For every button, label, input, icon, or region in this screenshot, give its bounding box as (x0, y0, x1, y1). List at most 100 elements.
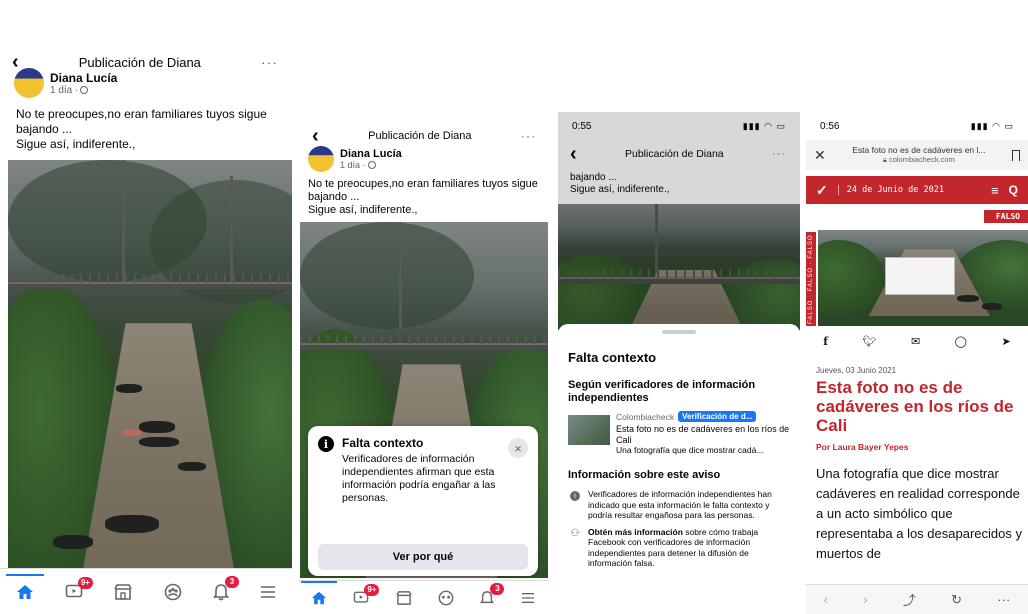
hero-photo (818, 230, 1028, 326)
info-item: i Verificadores de información independi… (568, 489, 790, 521)
share-row: f 🐦︎ ✉ ◯ ➤ (806, 330, 1028, 352)
bookmark-icon[interactable] (1011, 149, 1020, 161)
whatsapp-icon[interactable]: ◯ (955, 335, 967, 348)
notifications-badge: 3 (490, 582, 505, 595)
post-text-line1: No te preocupes,no eran familiares tuyos… (16, 107, 267, 136)
sheet-title: Falta contexto (568, 350, 657, 365)
post-time: 1 día · (50, 84, 79, 96)
falso-tag: FALSO (983, 210, 1028, 223)
tab-groups[interactable] (164, 583, 182, 601)
post-text-line2: Sigue así, indiferente., (16, 137, 136, 151)
phone-screen-fact-check-article: 0:56 ▮▮▮ ◠ ▭ ✕ Esta foto no es de cadáve… (806, 112, 1028, 614)
back-arrow-icon[interactable]: ‹ (824, 592, 828, 607)
status-bar: 0:56 ▮▮▮ ◠ ▭ (806, 112, 1028, 140)
tab-bar: 9+ 3 (0, 568, 292, 614)
publish-date: Jueves, 03 Junio 2021 (816, 366, 897, 375)
author-name[interactable]: Diana Lucía (50, 71, 117, 85)
sheet-grabber[interactable] (662, 330, 696, 334)
url-title: Esta foto no es de cadáveres en l... (852, 145, 986, 155)
back-icon[interactable]: ‹ (570, 144, 577, 164)
learn-more-item[interactable]: ⚇ Obtén más información sobre cómo traba… (568, 527, 790, 569)
people-icon: ⚇ (570, 528, 580, 539)
menu-icon (261, 585, 276, 598)
search-icon[interactable]: Q (1009, 183, 1018, 197)
more-icon[interactable]: ··· (772, 148, 786, 160)
post-time: 1 día · (340, 160, 366, 170)
phone-screen-context-sheet: 0:55 ▮▮▮ ◠ ▭ ‹ Publicación de Diana ··· … (558, 112, 800, 614)
more-icon[interactable]: ··· (997, 592, 1010, 607)
more-icon[interactable]: ··· (521, 129, 536, 143)
groups-icon (164, 583, 181, 600)
phone-screen-post: ‹ Publicación de Diana ··· Diana Lucía 1… (0, 0, 292, 614)
post-author: Diana Lucía 1 día · (308, 146, 402, 172)
share-icon[interactable]: ⤴ (903, 590, 916, 609)
page-title: Publicación de Diana (625, 148, 724, 160)
more-icon[interactable]: ··· (261, 54, 278, 70)
nav-date: 24 de Junio de 2021 (837, 185, 991, 195)
falso-strip: FALSO · FALSO · FALSO (806, 232, 816, 326)
learn-more-text: Obtén más información sobre cómo trabaja… (588, 527, 790, 569)
hamburger-menu-icon[interactable]: ≡ (991, 183, 999, 198)
tab-video[interactable]: 9+ (65, 576, 93, 600)
post-text: No te preocupes,no eran familiares tuyos… (308, 178, 540, 217)
colombiacheck-logo-icon[interactable]: ✓ (816, 182, 828, 199)
tab-marketplace[interactable] (114, 583, 133, 600)
forward-arrow-icon[interactable]: › (863, 592, 867, 607)
author-name[interactable]: Diana Lucía (340, 148, 402, 160)
facebook-icon[interactable]: f (823, 335, 828, 348)
article-byline[interactable]: Por Laura Bayer Yepes (816, 442, 908, 452)
browser-url-bar: ✕ Esta foto no es de cadáveres en l... 🔒… (806, 140, 1028, 170)
back-icon[interactable]: ‹ (312, 126, 319, 146)
telegram-icon[interactable]: ➤ (1001, 335, 1010, 348)
tab-menu[interactable] (521, 592, 535, 604)
post-text-line1: bajando ... (570, 172, 617, 183)
status-time: 0:56 (820, 120, 840, 132)
signal-wifi-battery-icon: ▮▮▮ ◠ ▭ (742, 120, 786, 131)
tab-groups[interactable] (438, 590, 454, 606)
avatar[interactable] (14, 68, 44, 98)
marketplace-icon (396, 590, 412, 605)
article-description: Una fotografía que dice mostrar cadá... (616, 445, 764, 455)
article-headline: Esta foto no es de cadáveres en los ríos… (816, 378, 1014, 435)
status-bar: 0:55 ▮▮▮ ◠ ▭ (558, 112, 800, 140)
tab-notifications[interactable]: 3 (212, 575, 239, 601)
fact-check-article[interactable]: Colombiacheck Verificación de d... Esta … (568, 411, 790, 455)
post-meta: 1 día · (50, 85, 117, 96)
see-why-button[interactable]: Ver por qué (318, 544, 528, 570)
marketplace-icon (114, 583, 133, 600)
article-thumbnail (568, 415, 610, 445)
tab-menu[interactable] (260, 585, 276, 599)
twitter-icon[interactable]: 🐦︎ (862, 335, 876, 348)
learn-more-link[interactable]: Obtén más información (588, 527, 683, 537)
url-domain: 🔒︎ colombiacheck.com (852, 155, 985, 165)
tab-marketplace[interactable] (396, 590, 412, 605)
tab-notifications[interactable]: 3 (480, 582, 505, 606)
post-photo[interactable] (558, 204, 800, 330)
url-display[interactable]: Esta foto no es de cadáveres en l... 🔒︎ … (852, 145, 985, 165)
info-icon: i (318, 436, 334, 452)
post-text-line2: Sigue así, indiferente., (570, 184, 670, 195)
video-badge: 9+ (364, 583, 380, 596)
post-photo[interactable] (8, 160, 292, 568)
article-source: Colombiacheck (616, 411, 675, 422)
email-icon[interactable]: ✉ (911, 335, 920, 348)
notice-body: Verificadores de información independien… (342, 453, 496, 504)
post-text: bajando ... Sigue así, indiferente., (570, 172, 792, 196)
tab-home[interactable] (5, 573, 44, 601)
globe-icon (80, 86, 89, 94)
tab-home[interactable] (301, 580, 338, 606)
close-icon[interactable]: ✕ (814, 147, 826, 164)
reload-icon[interactable]: ↻ (951, 592, 962, 608)
info-icon: i (570, 491, 580, 501)
phone-screen-post-with-notice: ‹ Publicación de Diana ··· Diana Lucía 1… (298, 118, 548, 614)
post-text-line1: No te preocupes,no eran familiares tuyos… (308, 178, 538, 203)
post-text: No te preocupes,no eran familiares tuyos… (16, 107, 278, 152)
globe-icon (367, 161, 376, 169)
article-hero: FALSO FALSO · FALSO · FALSO (806, 204, 1028, 328)
site-nav: ✓ 24 de Junio de 2021 ≡ Q (806, 176, 1028, 204)
missing-context-notice[interactable]: i Falta contexto Verificadores de inform… (308, 426, 538, 576)
article-body: Una fotografía que dice mostrar cadávere… (816, 466, 1022, 561)
close-icon[interactable]: × (508, 438, 528, 458)
avatar[interactable] (308, 146, 334, 172)
tab-video[interactable]: 9+ (353, 583, 380, 605)
